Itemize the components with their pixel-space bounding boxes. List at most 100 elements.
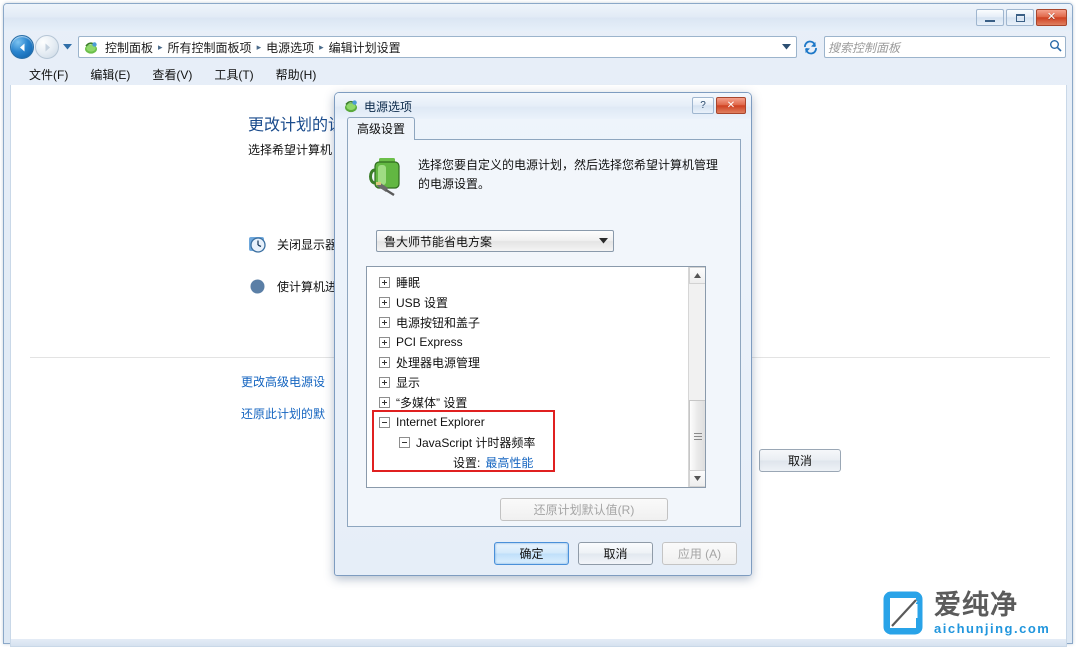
dialog-help-button[interactable]: ? (692, 97, 714, 114)
refresh-icon (803, 40, 817, 54)
expand-plus-icon[interactable] (379, 376, 390, 388)
scroll-up-button[interactable] (689, 267, 705, 284)
tree-item-multimedia-settings[interactable]: “多媒体” 设置 (369, 392, 689, 412)
aichunjing-logo-icon (880, 590, 926, 636)
window-controls: ✕ (976, 9, 1067, 26)
expand-plus-icon[interactable] (379, 336, 390, 348)
scrollbar-grip-icon (693, 431, 702, 442)
breadcrumb: 控制面板 ▸ 所有控制面板项 ▸ 电源选项 ▸ 编辑计划设置 (101, 38, 778, 57)
setting-row-sleep: 使计算机进 (248, 277, 337, 296)
tree-item-display[interactable]: 显示 (369, 372, 689, 392)
navigation-buttons (10, 35, 74, 59)
tree-item-internet-explorer[interactable]: Internet Explorer (369, 412, 689, 432)
chevron-up-icon (694, 273, 701, 278)
tree-items-container: 睡眠 USB 设置 电源按钮和盖子 PCI Express 处理器电源管理 显示… (367, 267, 689, 487)
watermark-title: 爱纯净 (934, 589, 1018, 620)
tree-item-label: 电源按钮和盖子 (396, 315, 481, 330)
close-button[interactable]: ✕ (1036, 9, 1067, 26)
search-icon (1049, 39, 1062, 55)
minimize-button[interactable] (976, 9, 1004, 26)
tree-setting-value[interactable]: 最高性能 (485, 454, 533, 471)
power-plug-icon (343, 98, 359, 114)
tree-item-javascript-timer-frequency[interactable]: JavaScript 计时器频率 (369, 432, 689, 452)
ok-button[interactable]: 确定 (494, 542, 569, 565)
forward-arrow-icon (45, 43, 50, 51)
tree-item-label: PCI Express (396, 335, 463, 349)
maximize-button[interactable] (1006, 9, 1034, 26)
menu-item-view[interactable]: 查看(V) (141, 64, 203, 85)
tree-item-sleep[interactable]: 睡眠 (369, 272, 689, 292)
watermark: 爱纯净 aichunjing.com (880, 590, 1050, 636)
search-input[interactable]: 搜索控制面板 (828, 39, 1049, 56)
tree-item-usb-settings[interactable]: USB 设置 (369, 292, 689, 312)
power-options-dialog: 电源选项 ? ✕ 高级设置 选择您要自定义的电源计划，然后选择您希望计算机管理的… (334, 92, 752, 576)
watermark-text: 爱纯净 aichunjing.com (934, 589, 1051, 636)
breadcrumb-item-3[interactable]: 编辑计划设置 (325, 38, 405, 57)
dialog-tab-panel: 选择您要自定义的电源计划，然后选择您希望计算机管理的电源设置。 鲁大师节能省电方… (347, 139, 741, 527)
dialog-description-row: 选择您要自定义的电源计划，然后选择您希望计算机管理的电源设置。 (366, 152, 722, 197)
control-panel-icon (82, 39, 99, 55)
cancel-button[interactable]: 取消 (578, 542, 653, 565)
tree-item-label: Internet Explorer (396, 415, 485, 429)
moon-icon (248, 277, 267, 296)
expand-plus-icon[interactable] (379, 356, 390, 368)
scrollbar-thumb[interactable] (689, 400, 705, 472)
expand-plus-icon[interactable] (379, 296, 390, 308)
clock-icon (248, 235, 267, 254)
forward-button[interactable] (35, 35, 59, 59)
dialog-window-controls: ? ✕ (692, 97, 746, 114)
watermark-url: aichunjing.com (934, 620, 1051, 636)
dialog-footer: 确定 取消 应用 (A) (335, 542, 751, 565)
dialog-titlebar: 电源选项 ? ✕ (335, 93, 751, 119)
restore-plan-defaults-button[interactable]: 还原计划默认值(R) (500, 498, 668, 521)
refresh-button[interactable] (799, 36, 821, 58)
expand-plus-icon[interactable] (379, 396, 390, 408)
link-change-advanced-power-settings[interactable]: 更改高级电源设 (241, 373, 325, 390)
expand-plus-icon[interactable] (379, 316, 390, 328)
link-restore-plan-defaults[interactable]: 还原此计划的默 (241, 405, 325, 422)
tree-setting-label: 设置: (453, 455, 481, 470)
menu-item-tools[interactable]: 工具(T) (203, 64, 264, 85)
menu-item-file[interactable]: 文件(F) (18, 64, 79, 85)
tree-scrollbar[interactable] (688, 267, 705, 487)
address-dropdown-button[interactable] (778, 37, 794, 57)
page-subtitle: 选择希望计算机 (248, 143, 333, 157)
address-bar-row: 控制面板 ▸ 所有控制面板项 ▸ 电源选项 ▸ 编辑计划设置 搜索控制面板 (4, 31, 1072, 63)
setting-label-sleep: 使计算机进 (277, 280, 338, 294)
power-settings-tree[interactable]: 睡眠 USB 设置 电源按钮和盖子 PCI Express 处理器电源管理 显示… (366, 266, 706, 488)
tree-item-label: JavaScript 计时器频率 (416, 435, 536, 450)
tree-item-label: 睡眠 (396, 275, 421, 290)
dialog-title: 电源选项 (364, 99, 413, 114)
status-bar (10, 639, 1067, 647)
apply-button[interactable]: 应用 (A) (662, 542, 737, 565)
tree-item-label: USB 设置 (396, 295, 449, 310)
breadcrumb-item-0[interactable]: 控制面板 (101, 38, 157, 57)
page-cancel-button[interactable]: 取消 (759, 449, 841, 472)
back-button[interactable] (10, 35, 34, 59)
tree-item-processor-power-management[interactable]: 处理器电源管理 (369, 352, 689, 372)
tree-item-label: 处理器电源管理 (396, 355, 481, 370)
tab-advanced-settings[interactable]: 高级设置 (347, 117, 416, 140)
dialog-description: 选择您要自定义的电源计划，然后选择您希望计算机管理的电源设置。 (418, 158, 719, 191)
close-icon: ✕ (1046, 11, 1057, 23)
power-plan-select[interactable]: 鲁大师节能省电方案 (376, 230, 614, 252)
menu-item-help[interactable]: 帮助(H) (265, 64, 328, 85)
tree-setting-value-row[interactable]: 设置: 最高性能 (369, 452, 689, 472)
breadcrumb-item-2[interactable]: 电源选项 (262, 38, 318, 57)
menu-bar: 文件(F) 编辑(E) 查看(V) 工具(T) 帮助(H) (4, 63, 1072, 85)
dialog-close-button[interactable]: ✕ (716, 97, 746, 114)
minimize-icon (985, 19, 995, 22)
scroll-down-button[interactable] (689, 470, 705, 487)
chevron-down-icon (62, 44, 72, 50)
search-box[interactable]: 搜索控制面板 (824, 36, 1066, 58)
breadcrumb-item-1[interactable]: 所有控制面板项 (164, 38, 256, 57)
address-bar[interactable]: 控制面板 ▸ 所有控制面板项 ▸ 电源选项 ▸ 编辑计划设置 (78, 36, 797, 58)
tree-item-power-buttons-lid[interactable]: 电源按钮和盖子 (369, 312, 689, 332)
expand-plus-icon[interactable] (379, 276, 390, 288)
tree-item-pci-express[interactable]: PCI Express (369, 332, 689, 352)
battery-plug-icon (366, 152, 406, 197)
collapse-minus-icon[interactable] (379, 416, 390, 428)
collapse-minus-icon[interactable] (399, 436, 410, 448)
recent-pages-dropdown-button[interactable] (60, 37, 74, 57)
menu-item-edit[interactable]: 编辑(E) (79, 64, 141, 85)
